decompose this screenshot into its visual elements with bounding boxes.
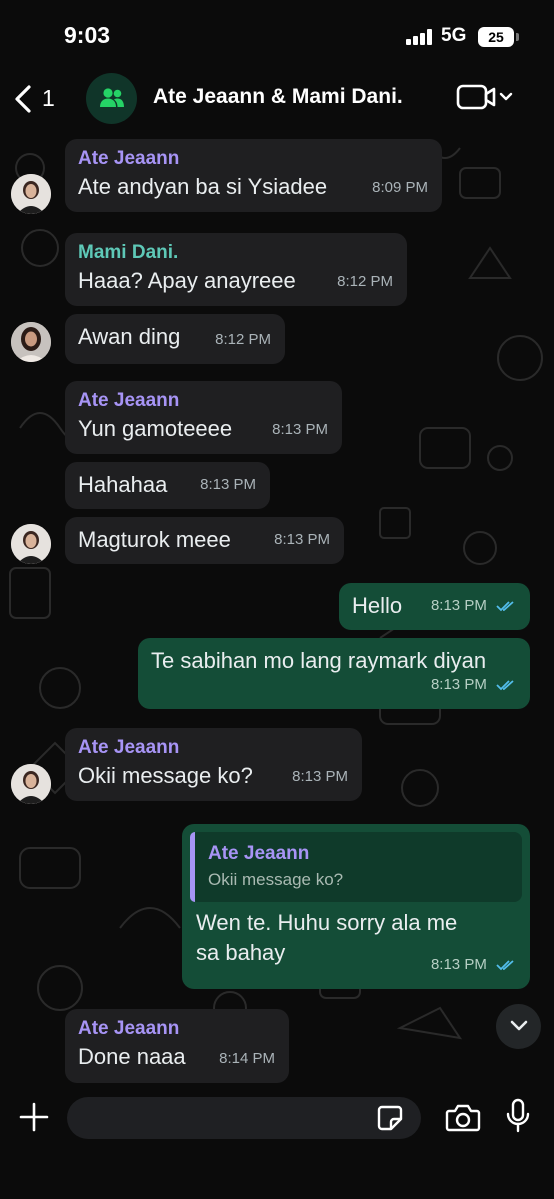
message-time: 8:13 PM — [274, 531, 330, 548]
message-time-status: 8:13 PM — [431, 591, 516, 621]
message-sender: Ate Jeaann — [78, 737, 180, 758]
avatar-photo — [11, 322, 51, 362]
message-bubble-outgoing[interactable]: Hello 8:13 PM — [339, 583, 530, 630]
message-time: 8:09 PM — [372, 179, 428, 196]
message-time-status: 8:13 PM — [431, 670, 516, 700]
avatar-ate-jeaann[interactable] — [11, 524, 51, 564]
avatar-ate-jeaann[interactable] — [11, 764, 51, 804]
avatar-photo — [11, 174, 51, 214]
message-time: 8:12 PM — [215, 331, 271, 348]
message-bubble-incoming[interactable]: Ate Jeaann Yun gamoteeee 8:13 PM — [65, 381, 342, 454]
message-time: 8:13 PM — [292, 768, 348, 785]
message-bubble-outgoing[interactable]: Te sabihan mo lang raymark diyan 8:13 PM — [138, 638, 530, 709]
message-time: 8:13 PM — [430, 956, 487, 973]
microphone-icon — [506, 1098, 530, 1133]
video-call-button[interactable] — [455, 82, 517, 114]
message-sender: Ate Jeaann — [78, 148, 180, 169]
message-bubble-incoming[interactable]: Ate Jeaann Ate andyan ba si Ysiadee 8:09… — [65, 139, 442, 212]
sticker-button[interactable] — [376, 1104, 404, 1132]
microphone-button[interactable] — [505, 1098, 531, 1134]
read-ticks-icon — [496, 680, 514, 691]
message-bubble-incoming[interactable]: Awan ding 8:12 PM — [65, 314, 285, 364]
read-ticks-icon — [496, 601, 514, 612]
message-time: 8:12 PM — [337, 273, 393, 290]
message-bubble-incoming[interactable]: Ate Jeaann Okii message ko? 8:13 PM — [65, 728, 362, 801]
sticker-icon — [377, 1105, 403, 1131]
message-bubble-incoming[interactable]: Hahahaa 8:13 PM — [65, 462, 270, 509]
camera-icon — [445, 1104, 481, 1132]
scroll-to-bottom-button[interactable] — [496, 1004, 541, 1049]
message-input[interactable] — [67, 1097, 421, 1139]
unread-count: 1 — [42, 85, 55, 111]
signal-icon — [406, 29, 433, 45]
battery-level: 25 — [488, 29, 504, 45]
network-type: 5G — [441, 25, 467, 46]
group-icon — [100, 88, 124, 107]
quoted-text: Okii message ko? — [208, 870, 344, 889]
chat-title[interactable]: Ate Jeaann & Mami Dani. — [153, 85, 403, 109]
video-camera-icon — [456, 84, 513, 110]
avatar-mami-dani[interactable] — [11, 322, 51, 362]
message-composer — [0, 1083, 554, 1199]
message-sender: Mami Dani. — [78, 242, 179, 263]
message-bubble-incoming[interactable]: Ate Jeaann Done naaa 8:14 PM — [65, 1009, 289, 1083]
battery-cap — [516, 33, 519, 41]
avatar-photo — [11, 524, 51, 564]
message-time-status: 8:13 PM — [431, 950, 516, 980]
camera-button[interactable] — [445, 1103, 481, 1133]
chevron-left-icon — [15, 85, 31, 113]
avatar-photo — [11, 764, 51, 804]
avatar-ate-jeaann[interactable] — [11, 174, 51, 214]
chat-area[interactable]: Ate Jeaann Ate andyan ba si Ysiadee 8:09… — [0, 128, 554, 1083]
attach-button[interactable] — [18, 1101, 50, 1133]
status-bar: 9:03 5G 25 — [0, 0, 554, 70]
message-bubble-incoming[interactable]: Mami Dani. Haaa? Apay anayreee 8:12 PM — [65, 233, 407, 306]
message-sender: Ate Jeaann — [78, 390, 180, 411]
message-time: 8:14 PM — [219, 1050, 275, 1067]
message-time: 8:13 PM — [200, 476, 256, 493]
read-ticks-icon — [496, 960, 514, 971]
message-bubble-outgoing[interactable]: Ate Jeaann Okii message ko? Wen te. Huhu… — [182, 824, 530, 989]
quoted-message[interactable]: Ate Jeaann Okii message ko? — [190, 832, 522, 902]
message-time: 8:13 PM — [430, 676, 487, 693]
message-time: 8:13 PM — [272, 421, 328, 438]
status-time: 9:03 — [64, 22, 111, 48]
back-button[interactable]: 1 — [8, 80, 68, 118]
battery-icon: 25 — [478, 27, 514, 47]
group-avatar[interactable] — [86, 73, 137, 124]
message-time: 8:13 PM — [430, 597, 487, 614]
message-sender: Ate Jeaann — [78, 1018, 180, 1039]
chevron-down-icon — [510, 1020, 528, 1031]
plus-icon — [19, 1102, 49, 1132]
message-bubble-incoming[interactable]: Magturok meee 8:13 PM — [65, 517, 344, 564]
quoted-sender: Ate Jeaann — [208, 843, 310, 864]
chat-header: 1 Ate Jeaann & Mami Dani. — [0, 70, 554, 128]
